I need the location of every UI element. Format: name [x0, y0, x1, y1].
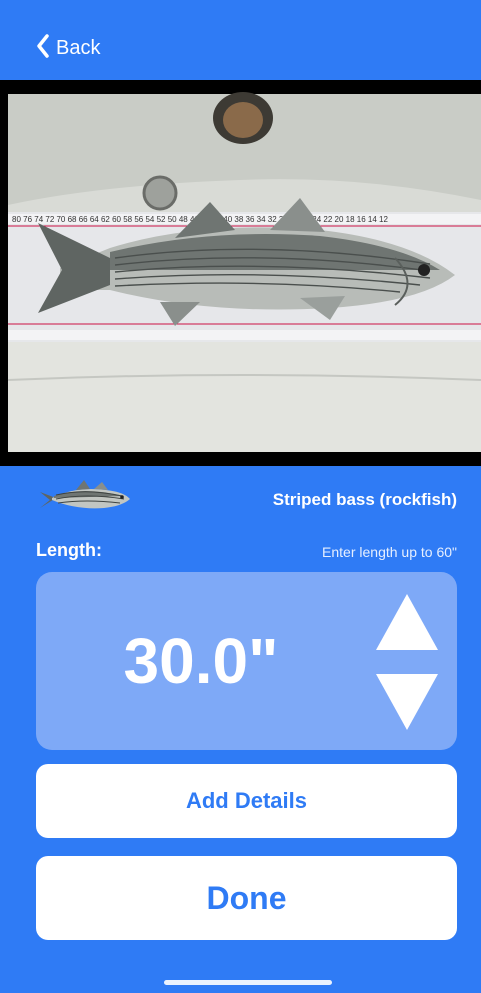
home-indicator — [164, 980, 332, 985]
decrease-length-button[interactable] — [376, 670, 438, 732]
fish-photo: 80 76 74 72 70 68 66 64 62 60 58 56 54 5… — [0, 80, 481, 466]
length-label: Length: — [36, 540, 102, 560]
length-value[interactable]: 30.0" — [36, 572, 366, 750]
striped-bass-icon — [36, 478, 132, 523]
add-details-button[interactable]: Add Details — [36, 764, 457, 838]
nav-bar: Back — [0, 0, 481, 80]
arrow-up-icon — [376, 594, 438, 650]
length-input-panel[interactable]: 30.0" — [36, 572, 457, 750]
done-button[interactable]: Done — [36, 856, 457, 940]
chevron-left-icon — [36, 34, 50, 63]
back-label: Back — [56, 37, 101, 59]
back-button[interactable]: Back — [36, 34, 100, 63]
species-row: Striped bass (rockfish) — [0, 478, 481, 518]
length-row: Length: Enter length up to 60" — [0, 540, 481, 568]
species-name: Striped bass (rockfish) — [272, 490, 457, 509]
increase-length-button[interactable] — [376, 592, 438, 654]
arrow-down-icon — [376, 674, 438, 730]
length-hint: Enter length up to 60" — [322, 544, 457, 560]
